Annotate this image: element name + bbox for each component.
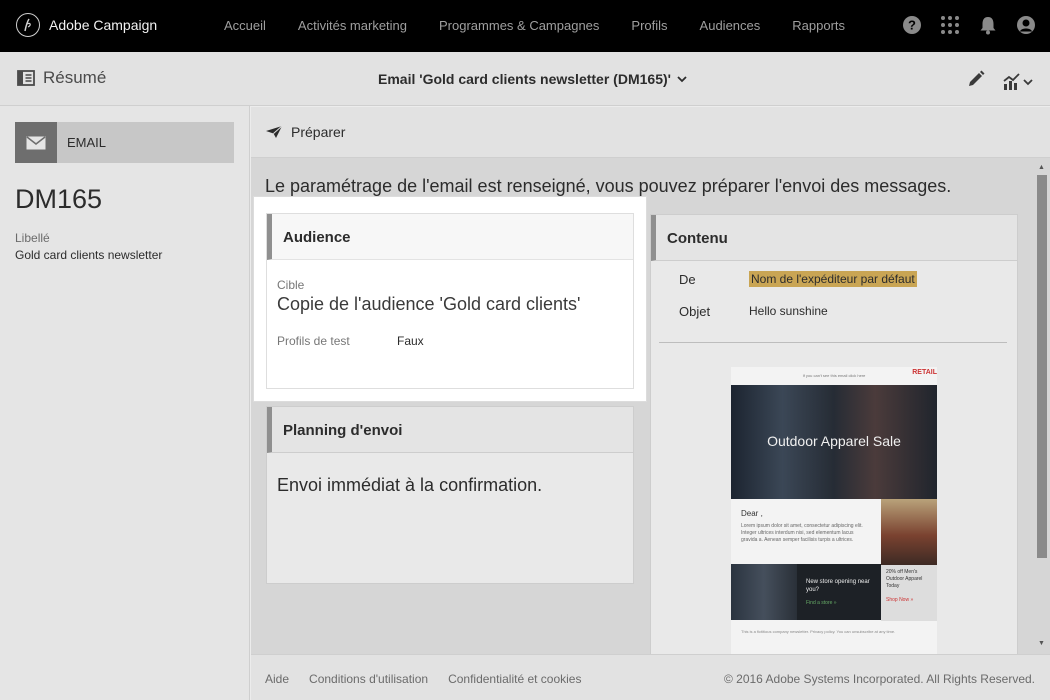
email-preview-thumbnail[interactable]: If you can't see this email click here R…	[731, 367, 937, 654]
app-name: Adobe Campaign	[49, 17, 158, 33]
header-actions	[966, 69, 1034, 94]
audience-title: Audience	[283, 229, 351, 246]
preview-logo: RETAIL	[912, 369, 937, 376]
delivery-type-tile: EMAIL	[15, 122, 234, 163]
page-header: Résumé Email 'Gold card clients newslett…	[0, 52, 1050, 106]
summary-panel: EMAIL DM165 Libellé Gold card clients ne…	[0, 106, 250, 700]
preview-greeting: Dear ,	[741, 509, 763, 518]
label-key: Libellé	[15, 231, 50, 245]
edit-pencil-icon[interactable]	[966, 69, 986, 94]
delivery-type-label: EMAIL	[67, 135, 107, 150]
preview-footer: This is a fictitious company newsletter.…	[741, 629, 896, 634]
envelope-icon	[15, 122, 57, 163]
delivery-code: DM165	[15, 184, 103, 214]
test-profiles-value: Faux	[397, 334, 424, 348]
scroll-thumb[interactable]	[1037, 175, 1047, 558]
planning-title: Planning d'envoi	[283, 422, 403, 439]
adobe-campaign-logo-icon	[16, 13, 40, 37]
footer-link-terms[interactable]: Conditions d'utilisation	[309, 672, 428, 686]
nav-item-activites-marketing[interactable]: Activités marketing	[282, 0, 423, 52]
preview-store-image	[731, 564, 797, 620]
svg-text:?: ?	[908, 18, 916, 33]
chevron-down-icon	[677, 76, 687, 83]
preview-offer-image	[881, 499, 937, 565]
page-footer: Aide Conditions d'utilisation Confidenti…	[251, 654, 1050, 700]
label-value: Gold card clients newsletter	[15, 248, 163, 262]
user-avatar-icon[interactable]	[1016, 15, 1036, 35]
preview-store-banner: New store opening near you? Find a store…	[731, 564, 881, 620]
test-profiles-label: Profils de test	[277, 334, 350, 348]
preview-offer-panel: 20% off Men's Outdoor Apparel Today Shop…	[881, 499, 937, 621]
target-value: Copie de l'audience 'Gold card clients'	[277, 294, 581, 314]
subject-label: Objet	[679, 304, 711, 319]
main-nav: Accueil Activités marketing Programmes &…	[208, 0, 861, 52]
target-label: Cible	[277, 278, 305, 292]
main-scrollbar[interactable]: ▲ ▼	[1035, 158, 1050, 654]
planning-card-header: Planning d'envoi	[267, 407, 633, 453]
chevron-down-icon	[1023, 78, 1033, 85]
top-icons: ?	[902, 15, 1036, 35]
action-toolbar: Préparer	[251, 107, 1050, 158]
audience-card[interactable]: Audience Cible Copie de l'audience 'Gold…	[266, 213, 634, 389]
footer-link-help[interactable]: Aide	[265, 672, 289, 686]
content-card[interactable]: Contenu De Nom de l'expéditeur par défau…	[650, 214, 1018, 654]
planning-card[interactable]: Planning d'envoi Envoi immédiat à la con…	[266, 406, 634, 584]
footer-links: Aide Conditions d'utilisation Confidenti…	[265, 672, 581, 686]
preview-store-text: New store opening near you?	[806, 579, 870, 593]
scroll-up-arrow-icon[interactable]: ▲	[1038, 164, 1045, 171]
summary-panel-icon	[17, 70, 35, 86]
preview-hero-text: Outdoor Apparel Sale	[767, 433, 901, 449]
brand[interactable]: Adobe Campaign	[16, 13, 157, 37]
bell-icon[interactable]	[978, 15, 998, 35]
nav-item-programmes-campagnes[interactable]: Programmes & Campagnes	[423, 0, 615, 52]
audience-card-header: Audience	[267, 214, 633, 260]
nav-item-rapports[interactable]: Rapports	[776, 0, 861, 52]
top-navigation-bar: Adobe Campaign Accueil Activités marketi…	[0, 0, 1050, 52]
from-value: Nom de l'expéditeur par défaut	[749, 271, 917, 287]
planning-text: Envoi immédiat à la confirmation.	[277, 475, 543, 495]
nav-item-accueil[interactable]: Accueil	[208, 0, 282, 52]
audience-spotlight: Audience Cible Copie de l'audience 'Gold…	[254, 197, 646, 401]
prepare-label: Préparer	[291, 124, 346, 140]
resume-label: Résumé	[43, 68, 107, 87]
page-title-dropdown[interactable]: Email 'Gold card clients newsletter (DM1…	[378, 71, 689, 87]
page-title: Email 'Gold card clients newsletter (DM1…	[378, 71, 671, 87]
prepare-button[interactable]: Préparer	[265, 124, 345, 140]
from-label: De	[679, 272, 696, 287]
preview-store-link: Find a store »	[806, 600, 837, 606]
preview-hero-image: Outdoor Apparel Sale	[731, 385, 937, 499]
send-plane-icon	[266, 125, 283, 138]
preview-shop-link: Shop Now »	[886, 597, 914, 603]
status-message: Le paramétrage de l'email est renseigné,…	[265, 176, 952, 196]
subject-value: Hello sunshine	[749, 304, 828, 318]
content-card-header: Contenu	[651, 215, 1017, 261]
preview-top-text: If you can't see this email click here	[802, 373, 866, 378]
reports-chart-icon[interactable]	[1002, 72, 1034, 92]
content-title: Contenu	[667, 230, 728, 247]
nav-item-audiences[interactable]: Audiences	[684, 0, 777, 52]
resume-toggle[interactable]: Résumé	[17, 68, 106, 88]
footer-link-privacy[interactable]: Confidentialité et cookies	[448, 672, 581, 686]
sender-highlight: Nom de l'expéditeur par défaut	[749, 271, 917, 287]
nav-item-profils[interactable]: Profils	[615, 0, 683, 52]
preview-body: Lorem ipsum dolor sit amet, consectetur …	[741, 523, 863, 543]
preview-offer-text: 20% off Men's Outdoor Apparel Today	[886, 569, 923, 589]
scroll-down-arrow-icon[interactable]: ▼	[1038, 640, 1045, 647]
content-divider	[659, 342, 1007, 343]
apps-grid-icon[interactable]	[940, 15, 960, 35]
help-icon[interactable]: ?	[902, 15, 922, 35]
copyright: © 2016 Adobe Systems Incorporated. All R…	[723, 672, 1035, 686]
